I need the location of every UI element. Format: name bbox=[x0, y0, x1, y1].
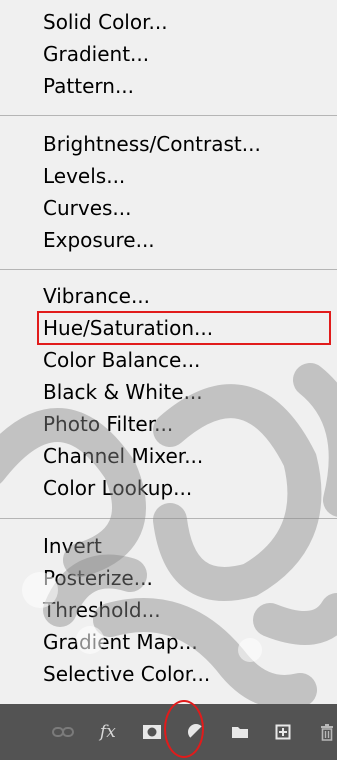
layers-panel-toolbar: fx bbox=[0, 704, 337, 760]
menu-group-tone: Brightness/Contrast... Levels... Curves.… bbox=[0, 128, 337, 256]
menu-item-invert[interactable]: Invert bbox=[43, 530, 337, 562]
menu-item-photo-filter[interactable]: Photo Filter... bbox=[43, 408, 337, 440]
menu-item-color-balance[interactable]: Color Balance... bbox=[43, 344, 337, 376]
menu-item-label: Invert bbox=[43, 534, 102, 558]
menu-item-label: Posterize... bbox=[43, 566, 153, 590]
menu-item-solid-color[interactable]: Solid Color... bbox=[43, 6, 337, 38]
menu-item-posterize[interactable]: Posterize... bbox=[43, 562, 337, 594]
menu-item-label: Black & White... bbox=[43, 380, 203, 404]
new-layer-button[interactable] bbox=[274, 721, 294, 743]
menu-item-pattern[interactable]: Pattern... bbox=[43, 70, 337, 102]
menu-item-label: Brightness/Contrast... bbox=[43, 132, 261, 156]
menu-item-color-lookup[interactable]: Color Lookup... bbox=[43, 472, 337, 504]
menu-item-hue-saturation[interactable]: Hue/Saturation... bbox=[37, 311, 337, 345]
menu-item-label: Vibrance... bbox=[43, 284, 151, 308]
menu-item-brightness-contrast[interactable]: Brightness/Contrast... bbox=[43, 128, 337, 160]
menu-item-label: Gradient Map... bbox=[43, 630, 198, 654]
menu-item-label: Selective Color... bbox=[43, 662, 211, 686]
mask-icon bbox=[142, 725, 161, 739]
menu-item-label: Exposure... bbox=[43, 228, 155, 252]
folder-icon bbox=[231, 727, 248, 738]
menu-group-color: Vibrance... Hue/Saturation... Color Bala… bbox=[0, 280, 337, 504]
menu-item-label: Solid Color... bbox=[43, 10, 168, 34]
menu-item-label: Pattern... bbox=[43, 74, 135, 98]
link-layers-button[interactable] bbox=[52, 721, 74, 743]
menu-item-label: Threshold... bbox=[43, 598, 161, 622]
layer-style-button[interactable]: fx bbox=[98, 721, 118, 743]
menu-group-fill: Solid Color... Gradient... Pattern... bbox=[0, 6, 337, 102]
adjustment-layer-icon bbox=[187, 724, 205, 741]
menu-item-label: Curves... bbox=[43, 196, 132, 220]
menu-item-label: Color Lookup... bbox=[43, 476, 193, 500]
delete-layer-button[interactable] bbox=[317, 721, 337, 743]
menu-item-channel-mixer[interactable]: Channel Mixer... bbox=[43, 440, 337, 472]
menu-item-selective-color[interactable]: Selective Color... bbox=[43, 658, 337, 690]
menu-item-levels[interactable]: Levels... bbox=[43, 160, 337, 192]
menu-item-black-white[interactable]: Black & White... bbox=[43, 376, 337, 408]
menu-item-label: Photo Filter... bbox=[43, 412, 174, 436]
menu-item-threshold[interactable]: Threshold... bbox=[43, 594, 337, 626]
menu-item-label: Channel Mixer... bbox=[43, 444, 204, 468]
trash-icon bbox=[321, 723, 334, 741]
menu-item-label: Gradient... bbox=[43, 42, 150, 66]
add-mask-button[interactable] bbox=[142, 721, 162, 743]
menu-item-vibrance[interactable]: Vibrance... bbox=[43, 280, 337, 312]
new-layer-icon bbox=[275, 724, 291, 740]
menu-item-label: Color Balance... bbox=[43, 348, 201, 372]
adjustment-layer-menu: Solid Color... Gradient... Pattern... Br… bbox=[0, 0, 337, 703]
menu-item-exposure[interactable]: Exposure... bbox=[43, 224, 337, 256]
new-adjustment-layer-button[interactable] bbox=[186, 721, 206, 743]
menu-item-label: Hue/Saturation... bbox=[43, 316, 214, 340]
menu-item-label: Levels... bbox=[43, 164, 126, 188]
menu-item-curves[interactable]: Curves... bbox=[43, 192, 337, 224]
fx-icon: fx bbox=[99, 722, 116, 742]
menu-group-map: Invert Posterize... Threshold... Gradien… bbox=[0, 530, 337, 690]
menu-item-gradient-map[interactable]: Gradient Map... bbox=[43, 626, 337, 658]
new-group-button[interactable] bbox=[230, 721, 250, 743]
menu-item-gradient[interactable]: Gradient... bbox=[43, 38, 337, 70]
link-icon bbox=[52, 727, 74, 737]
